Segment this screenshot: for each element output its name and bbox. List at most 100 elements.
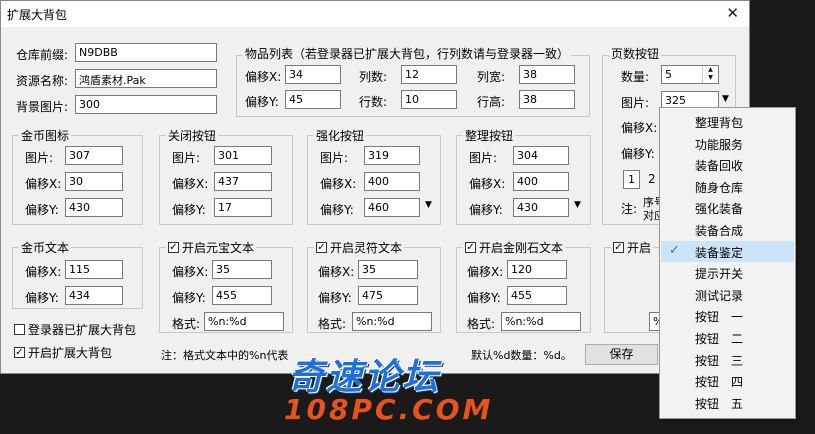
items-group-title: 物品列表（若登录器已扩展大背包，行列数请与登录器一致） (243, 45, 572, 62)
checkbox-checked-icon[interactable]: ✓ (465, 242, 476, 253)
items-offy-input[interactable]: 45 (285, 90, 341, 109)
page-img-label: 图片: (621, 96, 650, 110)
yuanbao-offx-label: 偏移X: (172, 265, 209, 279)
sort-dropdown-icon[interactable]: ▼ (574, 200, 581, 210)
menu-item[interactable]: 按钮 四 (661, 370, 794, 391)
yuanbao-fmt-input[interactable]: %n:%d (204, 312, 284, 331)
checkbox-checked-icon[interactable]: ✓ (168, 242, 179, 253)
lingfu-offx-input[interactable]: 35 (358, 260, 418, 279)
close-offx-label: 偏移X: (172, 177, 209, 191)
yuanbao-offx-input[interactable]: 35 (212, 260, 272, 279)
menu-item-label: 随身仓库 (695, 180, 744, 195)
close-button-group: 关闭按钮 图片: 301 偏移X: 437 偏移Y: 17 (159, 127, 293, 225)
lingfu-group: ✓ 开启灵符文本 偏移X: 35 偏移Y: 475 格式: %n:%d (307, 239, 441, 333)
items-rowh-input[interactable]: 38 (519, 90, 575, 109)
sort-offy-input[interactable]: 430 (513, 198, 569, 217)
items-offx-input[interactable]: 34 (285, 65, 341, 84)
strengthen-offy-input[interactable]: 460 (364, 198, 420, 217)
window-title: 扩展大背包 (7, 8, 68, 22)
menu-item[interactable]: 测试记录 (661, 284, 794, 305)
jingang-offx-input[interactable]: 120 (507, 260, 567, 279)
checkbox-unchecked-icon[interactable] (14, 324, 25, 335)
menu-item-label: 强化装备 (695, 202, 744, 217)
lingfu-title: 开启灵符文本 (330, 241, 403, 255)
menu-item[interactable]: 提示开关 (661, 262, 794, 283)
close-offy-input[interactable]: 17 (214, 198, 272, 217)
prefix-label: 仓库前缀: (16, 48, 69, 62)
menu-item[interactable]: 按钮 二 (661, 327, 794, 348)
title-bar: 扩展大背包 ✕ (1, 1, 749, 27)
jingang-offy-input[interactable]: 455 (507, 286, 567, 305)
extended-checkbox-label: 登录器已扩展大背包 (28, 323, 137, 337)
bg-input[interactable]: 300 (75, 95, 217, 114)
lingfu-toggle[interactable]: ✓ 开启灵符文本 (314, 239, 405, 256)
menu-item[interactable]: 按钮 五 (661, 392, 794, 413)
jingang-fmt-input[interactable]: %n:%d (501, 312, 581, 331)
close-icon[interactable]: ✕ (726, 4, 739, 22)
enable-checkbox-label: 开启扩展大背包 (28, 346, 113, 360)
enable-checkbox[interactable]: ✓ 开启扩展大背包 (14, 344, 112, 361)
page-num-1[interactable]: 1 (623, 170, 640, 189)
close-img-input[interactable]: 301 (214, 146, 272, 165)
close-btn-title: 关闭按钮 (166, 127, 219, 144)
goldtext-offx-input[interactable]: 115 (65, 260, 123, 279)
gold-icon-group: 金币图标 图片: 307 偏移X: 30 偏移Y: 430 (12, 127, 143, 225)
lingfu-fmt-input[interactable]: %n:%d (352, 312, 432, 331)
checkbox-checked-icon[interactable]: ✓ (14, 347, 25, 358)
yuanbao-offy-input[interactable]: 455 (212, 286, 272, 305)
items-colw-input[interactable]: 38 (519, 65, 575, 84)
strengthen-dropdown-icon[interactable]: ▼ (425, 200, 432, 210)
strengthen-offx-input[interactable]: 400 (364, 172, 420, 191)
yuanbao-toggle[interactable]: ✓ 开启元宝文本 (166, 239, 257, 256)
gold-offy-label: 偏移Y: (25, 203, 59, 217)
menu-item[interactable]: 强化装备 (661, 197, 794, 218)
strengthen-title: 强化按钮 (314, 127, 367, 144)
save-button[interactable]: 保存 (585, 344, 658, 365)
menu-item-label: 功能服务 (695, 137, 744, 152)
menu-item-label: 按钮 四 (695, 375, 744, 390)
spin-arrows-icon[interactable]: ▲ ▼ (702, 66, 718, 83)
lingfu-offy-label: 偏移Y: (318, 291, 352, 305)
menu-item[interactable]: 装备回收 (661, 154, 794, 175)
menu-item[interactable]: 按钮 三 (661, 349, 794, 370)
lingfu-offx-label: 偏移X: (318, 265, 355, 279)
checkbox-checked-icon[interactable]: ✓ (613, 242, 624, 253)
strengthen-img-input[interactable]: 319 (364, 146, 420, 165)
sort-offx-input[interactable]: 400 (513, 172, 569, 191)
menu-item[interactable]: 装备合成 (661, 219, 794, 240)
menu-item[interactable]: 功能服务 (661, 133, 794, 154)
goldtext-offy-label: 偏移Y: (25, 291, 59, 305)
items-cols-input[interactable]: 12 (401, 65, 457, 84)
menu-item-label: 按钮 二 (695, 332, 744, 346)
lingfu-offy-input[interactable]: 475 (358, 286, 418, 305)
jingang-offx-label: 偏移X: (467, 265, 504, 279)
bg-label: 背景图片: (16, 100, 69, 114)
menu-item[interactable]: 整理背包 (661, 111, 794, 132)
items-offy-label: 偏移Y: (245, 95, 279, 109)
prefix-input[interactable]: N9DBB (75, 43, 217, 62)
gold-offy-input[interactable]: 430 (65, 198, 123, 217)
dropdown-arrow-icon[interactable]: ▼ (722, 94, 729, 104)
yuanbao-fmt-label: 格式: (172, 317, 201, 331)
menu-item[interactable]: ✓ 装备鉴定 (661, 240, 794, 262)
menu-item[interactable]: 随身仓库 (661, 176, 794, 197)
close-offx-input[interactable]: 437 (214, 172, 272, 191)
gold-img-input[interactable]: 307 (65, 146, 123, 165)
jingang-title: 开启金刚石文本 (479, 241, 564, 255)
page-group-title: 页数按钮 (609, 45, 662, 62)
extended-checkbox[interactable]: 登录器已扩展大背包 (14, 321, 136, 338)
goldtext-offy-input[interactable]: 434 (65, 286, 123, 305)
gold-offx-input[interactable]: 30 (65, 172, 123, 191)
checkbox-checked-icon[interactable]: ✓ (316, 242, 327, 253)
sort-img-input[interactable]: 304 (513, 146, 569, 165)
gold-img-label: 图片: (25, 151, 54, 165)
fifth-toggle[interactable]: ✓ 开启 (611, 239, 654, 256)
jingang-toggle[interactable]: ✓ 开启金刚石文本 (463, 239, 566, 256)
res-input[interactable]: 鸿盾素材.Pak (75, 69, 217, 88)
menu-item[interactable]: 按钮 一 (661, 305, 794, 326)
menu-item-label: 按钮 三 (695, 353, 744, 368)
items-colw-label: 列宽: (477, 70, 506, 84)
jingang-group: ✓ 开启金刚石文本 偏移X: 120 偏移Y: 455 格式: %n:%d (456, 239, 591, 333)
sort-offx-label: 偏移X: (469, 177, 506, 191)
items-rows-input[interactable]: 10 (401, 90, 457, 109)
